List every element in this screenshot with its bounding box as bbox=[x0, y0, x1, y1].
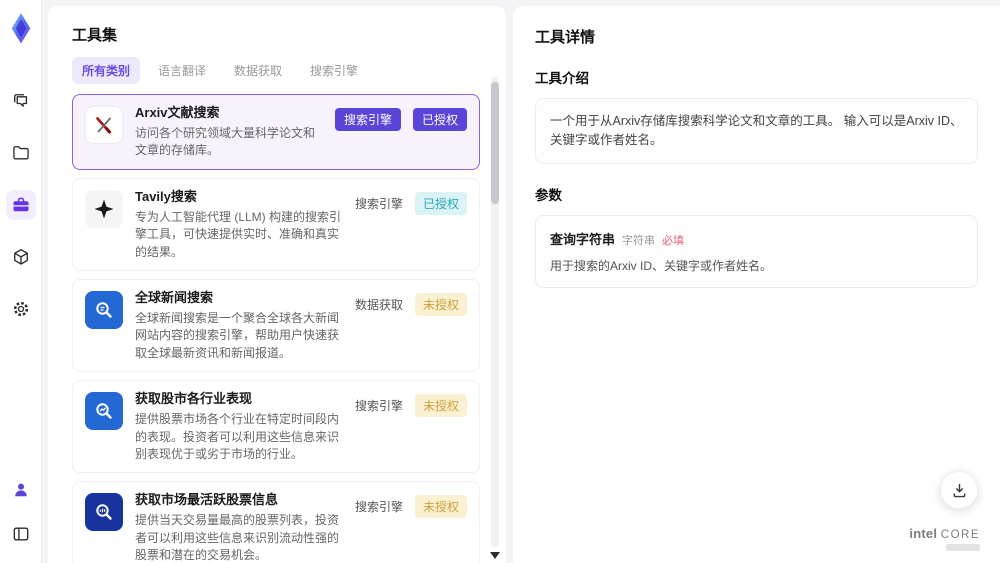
sidebar-bottom bbox=[6, 475, 36, 549]
tool-main: 全球新闻搜索 全球新闻搜索是一个聚合全球各大新闻网站内容的搜索引擎，帮助用户快速… bbox=[135, 289, 343, 362]
page-title: 工具集 bbox=[72, 27, 118, 44]
param-head: 查询字符串 字符串 必填 bbox=[550, 229, 963, 248]
tool-main: Tavily搜索 专为人工智能代理 (LLM) 构建的搜索引擎工具，可快速提供实… bbox=[135, 188, 343, 261]
active-stocks-icon bbox=[85, 493, 123, 532]
intro-box: 一个用于从Arxiv存储库搜索科学论文和文章的工具。 输入可以是Arxiv ID… bbox=[535, 98, 978, 164]
tool-card[interactable]: 获取股市各行业表现 提供股票市场各个行业在特定时间段内的表现。投资者可以利用这些… bbox=[72, 380, 480, 474]
tool-list-panel: 工具集 所有类别 语言翻译 数据获取 搜索引擎 Arxiv文献搜索 访问各个研究领域大… bbox=[48, 6, 506, 563]
param-type: 字符串 bbox=[622, 234, 656, 247]
tool-auth-badge: 未授权 bbox=[414, 292, 467, 316]
chat-icon[interactable] bbox=[6, 86, 36, 116]
tool-card[interactable]: 全球新闻搜索 全球新闻搜索是一个聚合全球各大新闻网站内容的搜索引擎，帮助用户快速… bbox=[72, 278, 480, 373]
tool-description: 专为人工智能代理 (LLM) 构建的搜索引擎工具，可快速提供实时、准确和真实的结… bbox=[135, 209, 342, 259]
tool-auth-badge: 未授权 bbox=[414, 495, 467, 519]
tool-badges: 数据获取 未授权 bbox=[355, 289, 467, 316]
category-tab[interactable]: 搜索引擎 bbox=[300, 57, 368, 84]
scroll-down-arrow[interactable] bbox=[490, 552, 500, 559]
tool-description: 全球新闻搜索是一个聚合全球各大新闻网站内容的搜索引擎，帮助用户快速获取全球最新资… bbox=[135, 310, 340, 360]
user-icon[interactable] bbox=[6, 475, 36, 505]
intel-core-logo: intel CORE bbox=[909, 526, 980, 551]
params-heading: 参数 bbox=[535, 187, 562, 203]
tool-main: 获取市场最活跃股票信息 提供当天交易量最高的股票列表，投资者可以利用这些信息来识… bbox=[135, 491, 343, 563]
tool-detail-panel: 工具详情 工具介绍 一个用于从Arxiv存储库搜索科学论文和文章的工具。 输入可… bbox=[513, 6, 1000, 563]
tool-description: 访问各个研究领域大量科学论文和文章的存储库。 bbox=[135, 126, 316, 158]
tool-badges: 搜索引擎 未授权 bbox=[354, 390, 467, 418]
detail-title: 工具详情 bbox=[535, 29, 596, 46]
tool-badges: 搜索引擎 已授权 bbox=[334, 104, 467, 131]
tool-card[interactable]: Tavily搜索 专为人工智能代理 (LLM) 构建的搜索引擎工具，可快速提供实… bbox=[72, 177, 480, 271]
tool-card[interactable]: 获取市场最活跃股票信息 提供当天交易量最高的股票列表，投资者可以利用这些信息来识… bbox=[72, 481, 480, 563]
tool-description: 提供当天交易量最高的股票列表，投资者可以利用这些信息来识别流动性强的股票和潜在的… bbox=[135, 513, 340, 563]
tavily-icon bbox=[85, 189, 123, 228]
tool-category-badge: 数据获取 bbox=[354, 297, 403, 312]
tool-category-badge: 搜索引擎 bbox=[334, 108, 401, 131]
download-icon bbox=[953, 483, 965, 497]
tool-main: 获取股市各行业表现 提供股票市场各个行业在特定时间段内的表现。投资者可以利用这些… bbox=[135, 390, 343, 463]
tool-main: Arxiv文献搜索 访问各个研究领域大量科学论文和文章的存储库。 bbox=[135, 104, 323, 160]
main-area: 工具集 所有类别 语言翻译 数据获取 搜索引擎 Arxiv文献搜索 访问各个研究领域大… bbox=[42, 0, 1000, 563]
category-tab[interactable]: 语言翻译 bbox=[148, 57, 216, 84]
tool-name: 全球新闻搜索 bbox=[135, 289, 214, 305]
panel-toggle-icon[interactable] bbox=[6, 519, 36, 549]
tool-category-badge: 搜索引擎 bbox=[354, 500, 403, 515]
intel-core-badge bbox=[946, 544, 980, 551]
tool-name: 获取股市各行业表现 bbox=[135, 391, 253, 407]
download-button[interactable] bbox=[940, 471, 978, 509]
param-name: 查询字符串 bbox=[550, 231, 616, 247]
cube-icon[interactable] bbox=[6, 242, 36, 272]
folder-icon[interactable] bbox=[6, 138, 36, 168]
category-tabs: 所有类别 语言翻译 数据获取 搜索引擎 bbox=[72, 57, 480, 84]
tool-card[interactable]: Arxiv文献搜索 访问各个研究领域大量科学论文和文章的存储库。 搜索引擎 已授… bbox=[72, 94, 480, 170]
sidebar bbox=[0, 0, 42, 563]
category-tab[interactable]: 数据获取 bbox=[224, 57, 292, 84]
briefcase-icon[interactable] bbox=[5, 190, 36, 220]
tool-description: 提供股票市场各个行业在特定时间段内的表现。投资者可以利用这些信息来识别表现优于或… bbox=[135, 412, 340, 461]
tool-category-badge: 搜索引擎 bbox=[354, 196, 403, 211]
tool-name: Tavily搜索 bbox=[135, 188, 197, 204]
param-box: 查询字符串 字符串 必填 用于搜索的Arxiv ID、关键字或作者姓名。 bbox=[535, 214, 978, 288]
app-logo bbox=[7, 12, 35, 44]
param-required-badge: 必填 bbox=[662, 234, 685, 247]
tool-auth-badge: 已授权 bbox=[412, 108, 467, 131]
tool-badges: 搜索引擎 未授权 bbox=[354, 491, 467, 519]
arxiv-icon bbox=[85, 106, 123, 144]
gear-icon[interactable] bbox=[6, 294, 36, 324]
param-description: 用于搜索的Arxiv ID、关键字或作者姓名。 bbox=[550, 258, 773, 273]
tool-auth-badge: 未授权 bbox=[414, 394, 467, 418]
tool-name: 获取市场最活跃股票信息 bbox=[135, 492, 279, 508]
stock-sector-icon bbox=[85, 392, 123, 431]
intro-heading: 工具介绍 bbox=[535, 71, 589, 86]
tool-auth-badge: 已授权 bbox=[414, 191, 467, 215]
tool-badges: 搜索引擎 已授权 bbox=[355, 188, 467, 215]
intel-core-text: intel CORE bbox=[909, 526, 980, 541]
news-search-icon bbox=[85, 290, 123, 329]
sidebar-nav bbox=[5, 86, 36, 324]
tool-list: Arxiv文献搜索 访问各个研究领域大量科学论文和文章的存储库。 搜索引擎 已授… bbox=[72, 94, 480, 563]
scrollbar-thumb[interactable] bbox=[491, 82, 499, 204]
app-window: 工具集 所有类别 语言翻译 数据获取 搜索引擎 Arxiv文献搜索 访问各个研究领域大… bbox=[0, 0, 1000, 563]
tool-category-badge: 搜索引擎 bbox=[354, 399, 403, 414]
tool-name: Arxiv文献搜索 bbox=[135, 105, 220, 120]
scrollbar-track[interactable] bbox=[491, 76, 499, 547]
category-tab[interactable]: 所有类别 bbox=[72, 57, 141, 84]
